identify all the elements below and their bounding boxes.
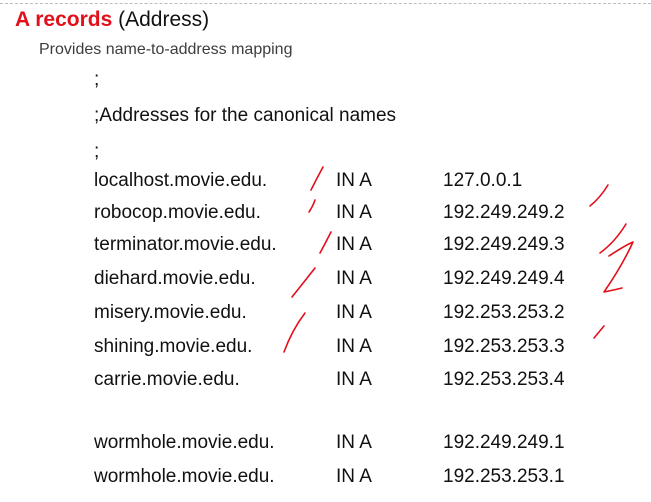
record-type: IN A — [336, 170, 372, 191]
record-hostname: carrie.movie.edu. — [94, 369, 240, 390]
comment-line: ; — [94, 141, 100, 162]
a-record-row: wormhole.movie.edu. IN A 192.253.253.1 — [0, 464, 651, 490]
comment-line: ; — [94, 69, 100, 90]
record-hostname: terminator.movie.edu. — [94, 234, 277, 255]
record-type: IN A — [336, 466, 372, 487]
a-record-row: carrie.movie.edu. IN A 192.253.253.4 — [0, 367, 651, 393]
record-hostname: misery.movie.edu. — [94, 302, 247, 323]
record-address: 192.253.253.2 — [443, 302, 565, 323]
record-hostname: shining.movie.edu. — [94, 336, 253, 357]
comment-line: ;Addresses for the canonical names — [94, 105, 397, 126]
record-hostname: robocop.movie.edu. — [94, 202, 261, 223]
record-type: IN A — [336, 268, 372, 289]
a-record-row: misery.movie.edu. IN A 192.253.253.2 — [0, 300, 651, 326]
record-type: IN A — [336, 302, 372, 323]
record-type: IN A — [336, 234, 372, 255]
record-address: 192.253.253.4 — [443, 369, 565, 390]
record-hostname: localhost.movie.edu. — [94, 170, 268, 191]
record-type: IN A — [336, 202, 372, 223]
a-record-row: terminator.movie.edu. IN A 192.249.249.3 — [0, 232, 651, 258]
record-address: 127.0.0.1 — [443, 170, 523, 191]
record-type: IN A — [336, 432, 372, 453]
a-record-row: robocop.movie.edu. IN A 192.249.249.2 — [0, 200, 651, 226]
record-type: IN A — [336, 369, 372, 390]
record-address: 192.249.249.2 — [443, 202, 565, 223]
record-hostname: wormhole.movie.edu. — [94, 466, 275, 487]
a-record-row: diehard.movie.edu. IN A 192.249.249.4 — [0, 266, 651, 292]
record-type: IN A — [336, 336, 372, 357]
record-hostname: diehard.movie.edu. — [94, 268, 256, 289]
record-address: 192.249.249.4 — [443, 268, 565, 289]
record-address: 192.253.253.1 — [443, 466, 565, 487]
zone-file-listing: ; ;Addresses for the canonical names ; l… — [0, 0, 651, 502]
a-record-row: shining.movie.edu. IN A 192.253.253.3 — [0, 334, 651, 360]
record-hostname: wormhole.movie.edu. — [94, 432, 275, 453]
a-record-row: wormhole.movie.edu. IN A 192.249.249.1 — [0, 430, 651, 456]
record-address: 192.249.249.1 — [443, 432, 565, 453]
record-address: 192.253.253.3 — [443, 336, 565, 357]
a-record-row: localhost.movie.edu. IN A 127.0.0.1 — [0, 168, 651, 194]
record-address: 192.249.249.3 — [443, 234, 565, 255]
